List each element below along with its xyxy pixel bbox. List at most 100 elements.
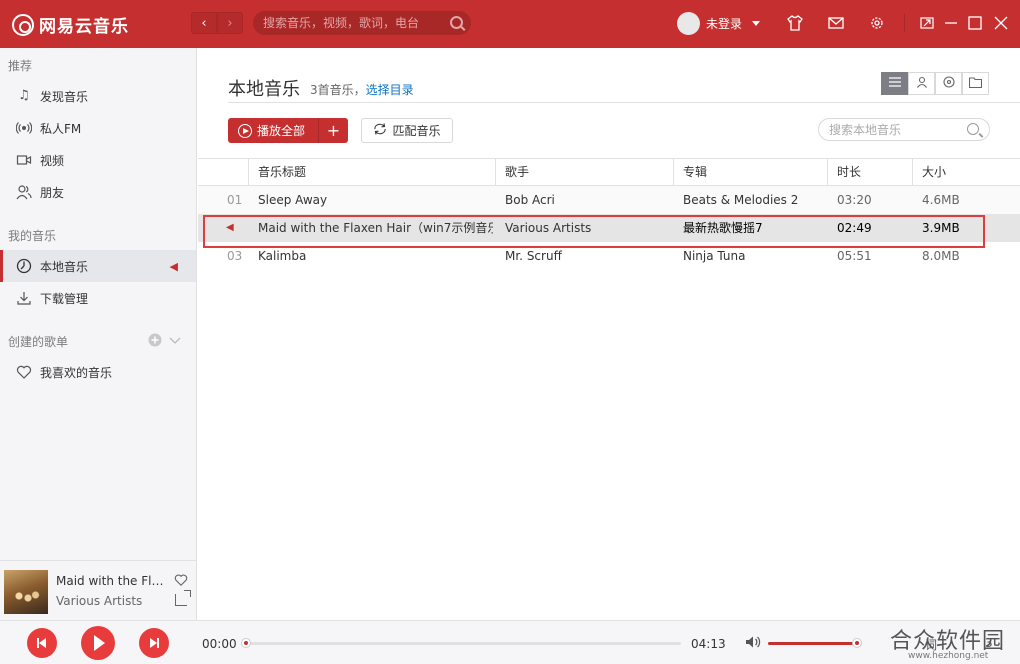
folder-icon <box>968 76 983 91</box>
row-album[interactable]: Ninja Tuna <box>683 242 823 270</box>
artist-view-button[interactable] <box>908 72 935 95</box>
player-bar: 00:00 04:13 词 3 合众软件园 www.hezhong.net <box>0 620 1020 664</box>
play-all-button[interactable]: 播放全部 + <box>228 118 348 143</box>
playing-speaker-icon: ◀ <box>169 260 178 273</box>
sidebar-item-discover[interactable]: ♫ 发现音乐 <box>0 80 196 112</box>
column-header-album[interactable]: 专辑 <box>673 159 707 186</box>
now-playing-title[interactable]: Maid with the Flax... <box>56 574 168 588</box>
tshirt-icon[interactable] <box>786 14 804 32</box>
sidebar-item-downloads[interactable]: 下载管理 <box>0 282 196 314</box>
search-icon[interactable] <box>450 16 463 29</box>
app-name: 网易云音乐 <box>39 17 129 37</box>
album-view-button[interactable] <box>935 72 962 95</box>
row-size: 3.9MB <box>922 221 960 235</box>
download-icon <box>16 290 32 306</box>
now-playing-artist[interactable]: Various Artists <box>56 594 142 608</box>
login-status[interactable]: 未登录 <box>706 15 742 32</box>
user-menu[interactable]: 未登录 <box>677 12 761 35</box>
like-heart-icon[interactable] <box>174 573 188 591</box>
caret-down-icon[interactable] <box>752 21 761 26</box>
list-view-button[interactable] <box>881 72 908 95</box>
row-album[interactable]: Beats & Melodies 2 <box>683 186 823 214</box>
sidebar-item-label: 朋友 <box>40 185 65 200</box>
sidebar-item-label: 下载管理 <box>40 291 89 306</box>
column-header-artist[interactable]: 歌手 <box>495 159 529 186</box>
volume-fill <box>768 642 858 645</box>
progress-handle[interactable] <box>241 638 251 648</box>
heart-icon <box>16 364 32 380</box>
minimize-icon[interactable] <box>942 14 960 32</box>
row-artist[interactable]: Mr. Scruff <box>505 242 670 270</box>
previous-button[interactable] <box>27 628 57 658</box>
close-icon[interactable] <box>992 14 1010 32</box>
add-to-playlist-button[interactable]: + <box>318 118 348 143</box>
column-header-duration[interactable]: 时长 <box>827 159 861 186</box>
back-button[interactable]: ‹ <box>191 12 217 34</box>
global-search-input[interactable] <box>253 11 471 35</box>
table-row[interactable]: 03 Kalimba Mr. Scruff Ninja Tuna 05:51 8… <box>198 242 1020 270</box>
row-index: 01 <box>227 193 243 207</box>
play-all-label: 播放全部 <box>257 124 306 138</box>
share-icon[interactable] <box>175 590 191 606</box>
table-row[interactable]: ◀ Maid with the Flaxen Hair（win7示例音乐） Va… <box>198 214 1020 242</box>
volume-slider[interactable] <box>768 638 863 648</box>
maximize-icon[interactable] <box>966 14 984 32</box>
netease-logo-icon <box>12 13 34 36</box>
main-content: 本地音乐 3首音乐，选择目录 播放全部 + 匹配音乐 音乐标题 <box>198 48 1020 620</box>
table-header: 音乐标题 歌手 专辑 时长 大小 <box>198 158 1020 186</box>
row-duration: 05:51 <box>837 249 872 263</box>
video-icon <box>16 152 32 168</box>
row-artist[interactable]: Bob Acri <box>505 186 670 214</box>
sidebar-item-video[interactable]: 视频 <box>0 144 196 176</box>
match-music-button[interactable]: 匹配音乐 <box>361 118 453 143</box>
add-playlist-icon[interactable] <box>148 333 162 350</box>
sidebar-item-fm[interactable]: 私人FM <box>0 112 196 144</box>
column-header-title[interactable]: 音乐标题 <box>248 159 306 186</box>
row-title: Sleep Away <box>258 193 328 207</box>
local-search-input[interactable] <box>819 119 989 140</box>
playing-speaker-icon: ◀ <box>226 222 234 233</box>
next-button[interactable] <box>139 628 169 658</box>
toolbar-divider <box>904 14 905 32</box>
next-track-icon <box>150 638 159 648</box>
mail-icon[interactable] <box>827 14 845 32</box>
row-album[interactable]: 最新热歌慢摇7 <box>683 214 823 242</box>
album-cover[interactable] <box>4 570 48 614</box>
avatar[interactable] <box>677 12 700 35</box>
radio-icon <box>15 120 33 136</box>
row-artist[interactable]: Various Artists <box>505 214 670 242</box>
gear-icon[interactable] <box>868 14 886 32</box>
progress-bar[interactable] <box>241 638 681 648</box>
person-icon <box>916 76 928 91</box>
sidebar-item-label: 我喜欢的音乐 <box>40 365 113 380</box>
row-duration: 03:20 <box>837 193 872 207</box>
header-divider <box>228 102 1020 103</box>
match-music-label: 匹配音乐 <box>392 124 441 138</box>
now-playing-panel: Maid with the Flax... Various Artists <box>0 560 197 620</box>
mini-mode-icon[interactable] <box>918 14 936 32</box>
folder-view-button[interactable] <box>962 72 989 95</box>
row-duration: 02:49 <box>837 221 872 235</box>
chevron-down-icon[interactable] <box>168 333 182 350</box>
row-title: Maid with the Flaxen Hair（win7示例音乐） <box>258 221 493 235</box>
volume-handle[interactable] <box>852 638 863 648</box>
title-bar: 网易云音乐 ‹ › 未登录 <box>0 0 1020 48</box>
volume-icon[interactable] <box>745 635 761 653</box>
local-search <box>818 118 990 141</box>
row-index: 03 <box>227 249 243 263</box>
select-directory-link[interactable]: 选择目录 <box>366 83 414 97</box>
sidebar-item-friends[interactable]: 朋友 <box>0 176 196 208</box>
search-icon[interactable] <box>967 123 979 135</box>
app-logo[interactable]: 网易云音乐 <box>12 12 129 37</box>
sidebar-item-local-music[interactable]: 本地音乐 ◀ <box>0 250 196 282</box>
music-note-icon: ♫ <box>18 88 30 103</box>
current-time: 00:00 <box>202 637 237 651</box>
sidebar-item-liked-music[interactable]: 我喜欢的音乐 <box>0 356 196 388</box>
forward-button[interactable]: › <box>217 12 243 34</box>
page-title: 本地音乐 <box>228 79 300 100</box>
table-row[interactable]: 01 Sleep Away Bob Acri Beats & Melodies … <box>198 186 1020 214</box>
column-header-size[interactable]: 大小 <box>912 159 946 186</box>
sidebar-item-label: 视频 <box>40 153 65 168</box>
row-size: 4.6MB <box>922 193 960 207</box>
play-button[interactable] <box>81 626 115 660</box>
